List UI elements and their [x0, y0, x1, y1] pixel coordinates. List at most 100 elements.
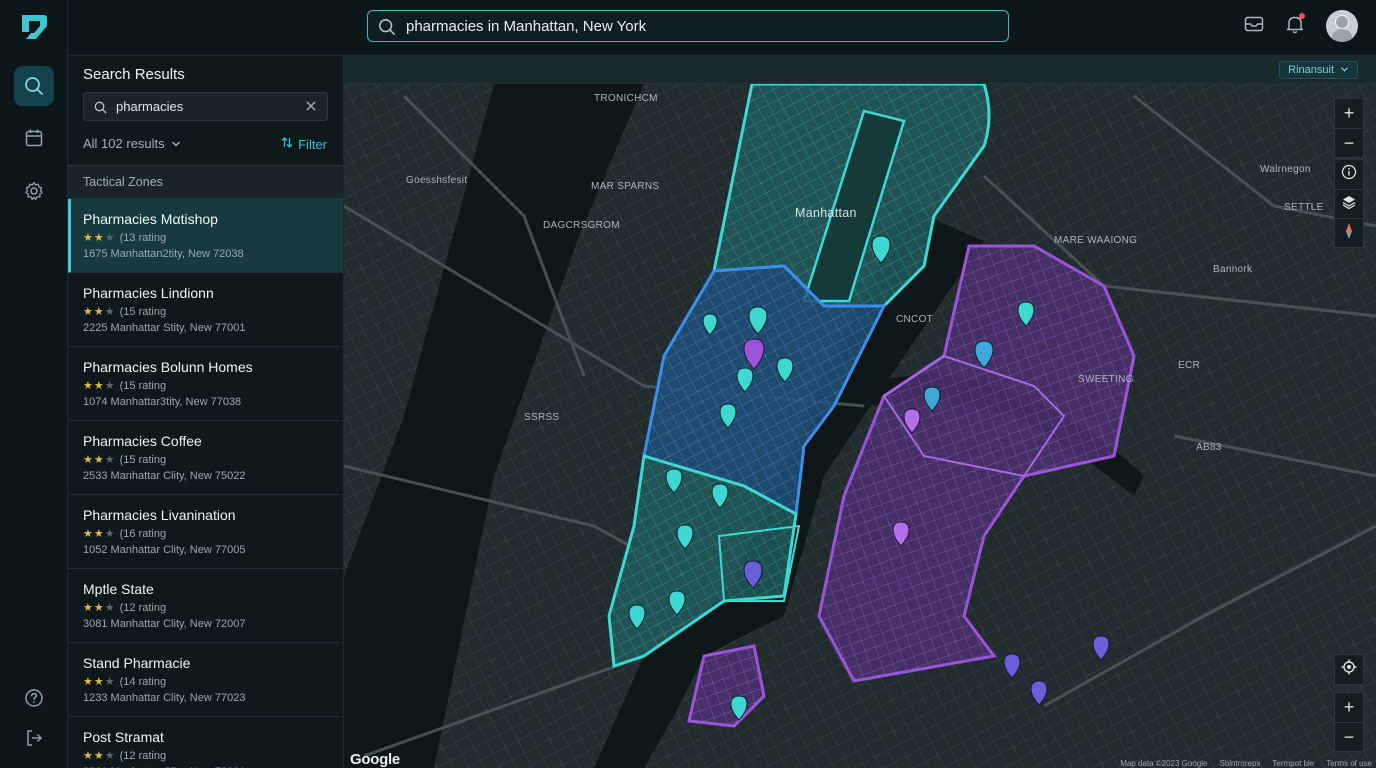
nav-settings-button[interactable] — [14, 171, 54, 211]
result-address: 2533 Manhattar Clity, New 75022 — [83, 470, 246, 482]
zoom-controls-bottom: + − — [1334, 692, 1364, 752]
rating-count: (16 rating — [119, 527, 167, 540]
search-results-panel: Search Results pharmacies All 102 result… — [68, 56, 344, 768]
transit-dropdown[interactable]: Rinansuit — [1279, 61, 1358, 79]
map-label: ECR — [1178, 360, 1201, 371]
nav-calendar-button[interactable] — [14, 118, 54, 158]
results-search-value: pharmacies — [116, 99, 184, 114]
star-icon: ★ — [83, 380, 93, 392]
compass-button[interactable] — [1335, 218, 1363, 247]
star-icon: ★ — [93, 454, 104, 466]
star-icon: ★ — [83, 602, 93, 614]
rating-count: (14 rating — [119, 675, 167, 688]
result-name: Pharmacies Mαtishop — [83, 211, 218, 227]
clear-icon[interactable] — [305, 100, 317, 115]
star-icon: ★ — [104, 750, 115, 762]
google-logo: Google — [350, 751, 400, 768]
avatar[interactable] — [1326, 10, 1358, 42]
logo-icon[interactable] — [18, 12, 50, 42]
map-label: CNCOT — [896, 314, 934, 325]
star-icon: ★ — [93, 232, 104, 244]
list-item[interactable]: Stand Pharmacie ★ ★ ★ (14 rating 1233 Manhatt… — [68, 643, 343, 717]
bell-icon — [1286, 16, 1304, 38]
nav-search-button[interactable] — [14, 66, 54, 106]
result-rating: ★ ★ ★ (15 rating — [83, 305, 166, 319]
star-icon: ★ — [83, 528, 93, 540]
rating-count: (12 rating — [119, 601, 167, 614]
result-address: 2225 Manhattar Stity, New 77001 — [83, 322, 246, 334]
star-icon: ★ — [93, 602, 104, 614]
star-icon: ★ — [83, 232, 93, 244]
nav-help-button[interactable] — [14, 678, 54, 718]
map-label: DAGCRSGROM — [543, 220, 620, 231]
result-name: Pharmacies Coffee — [83, 433, 202, 449]
result-rating: ★ ★ ★ (15 rating — [83, 379, 166, 393]
attribution-link[interactable]: Termpot ble — [1272, 759, 1314, 768]
map-label: SETTLE — [1284, 202, 1324, 213]
results-search-input[interactable]: pharmacies — [83, 92, 328, 121]
rating-count: (13 rating — [119, 231, 167, 244]
map-canvas — [344, 56, 1376, 768]
layers-button[interactable] — [1335, 189, 1363, 218]
global-search-value: pharmacies in Manhattan, New York — [406, 17, 647, 35]
search-icon — [24, 76, 44, 96]
list-item[interactable]: Pharmacies Mαtishop ★ ★ ★ (13 rating 1675 Man… — [68, 199, 343, 273]
results-count-dropdown[interactable]: All 102 results — [83, 136, 181, 151]
list-item[interactable]: Pharmacies Bolunn Homes ★ ★ ★ (15 rating 1074… — [68, 347, 343, 421]
chevron-down-icon — [171, 136, 181, 151]
star-icon: ★ — [104, 676, 115, 688]
list-item[interactable]: Mptle State ★ ★ ★ (12 rating 3081 Manhattar C… — [68, 569, 343, 643]
map-toolbar: Rinansuit — [344, 56, 1376, 84]
zoom-out-button[interactable]: − — [1335, 722, 1363, 751]
rating-count: (12 rating — [119, 749, 167, 762]
mail-icon[interactable] — [1244, 15, 1264, 38]
logout-icon — [24, 728, 44, 748]
info-button[interactable] — [1335, 160, 1363, 189]
result-name: Pharmacies Lindionn — [83, 285, 214, 301]
star-icon: ★ — [93, 676, 104, 688]
result-rating: ★ ★ ★ (16 rating — [83, 527, 167, 541]
list-item[interactable]: Pharmacies Lindionn ★ ★ ★ (15 rating 2225 Man… — [68, 273, 343, 347]
star-icon: ★ — [104, 602, 115, 614]
global-search-input[interactable]: pharmacies in Manhattan, New York — [367, 10, 1009, 42]
my-location-button[interactable] — [1335, 655, 1363, 684]
star-icon: ★ — [104, 232, 115, 244]
list-item[interactable]: Post Stramat★★★(12 rating8261 Manhattar … — [68, 717, 343, 768]
calendar-icon — [24, 128, 44, 148]
list-item[interactable]: Pharmacies Coffee ★ ★ ★ (15 rating 2533 Manha… — [68, 421, 343, 495]
map-label: Bannork — [1213, 264, 1253, 275]
nav-logout-button[interactable] — [14, 718, 54, 758]
list-item[interactable]: Pharmacies Livanination ★ ★ ★ (16 rating 1052… — [68, 495, 343, 569]
result-rating: ★ ★ ★ (15 rating — [83, 453, 166, 467]
result-address: 3081 Manhattar Clity, New 72007 — [83, 618, 246, 630]
result-address: 1233 Manhattar Clity, New 77023 — [83, 692, 246, 704]
star-icon: ★ — [83, 454, 93, 466]
zoom-out-button[interactable]: − — [1335, 128, 1363, 157]
notifications-button[interactable] — [1286, 12, 1305, 39]
map-label: Manhattan — [795, 206, 857, 220]
zoom-in-button[interactable]: + — [1335, 99, 1363, 128]
map-tools — [1334, 159, 1364, 248]
search-icon — [378, 18, 396, 40]
terms-link[interactable]: Terms of use — [1326, 759, 1372, 768]
map-view[interactable]: Rinansuit TRONICHCM Goesshsfesit MAR SPA… — [344, 56, 1376, 768]
layers-icon — [1341, 194, 1357, 215]
filter-button[interactable]: Filter — [281, 136, 327, 152]
transit-label: Rinansuit — [1288, 64, 1334, 76]
attribution-link[interactable]: Sblntroreps — [1219, 759, 1260, 768]
result-name: Stand Pharmacie — [83, 655, 191, 671]
notification-badge — [1299, 12, 1305, 19]
result-rating: ★ ★ ★ (12 rating — [83, 601, 167, 615]
compass-icon — [1341, 222, 1357, 245]
star-icon: ★ — [83, 676, 93, 688]
star-icon: ★ — [104, 380, 115, 392]
result-name: Pharmacies Livanination — [83, 507, 236, 523]
map-label: MAR SPARNS — [591, 181, 660, 192]
chevron-down-icon — [1340, 64, 1349, 76]
filter-label: Filter — [298, 136, 327, 152]
top-bar: pharmacies in Manhattan, New York — [68, 0, 1376, 56]
info-icon — [1341, 164, 1357, 185]
map-label: AB83 — [1196, 442, 1222, 453]
top-actions — [1244, 10, 1358, 42]
zoom-in-button[interactable]: + — [1335, 693, 1363, 722]
